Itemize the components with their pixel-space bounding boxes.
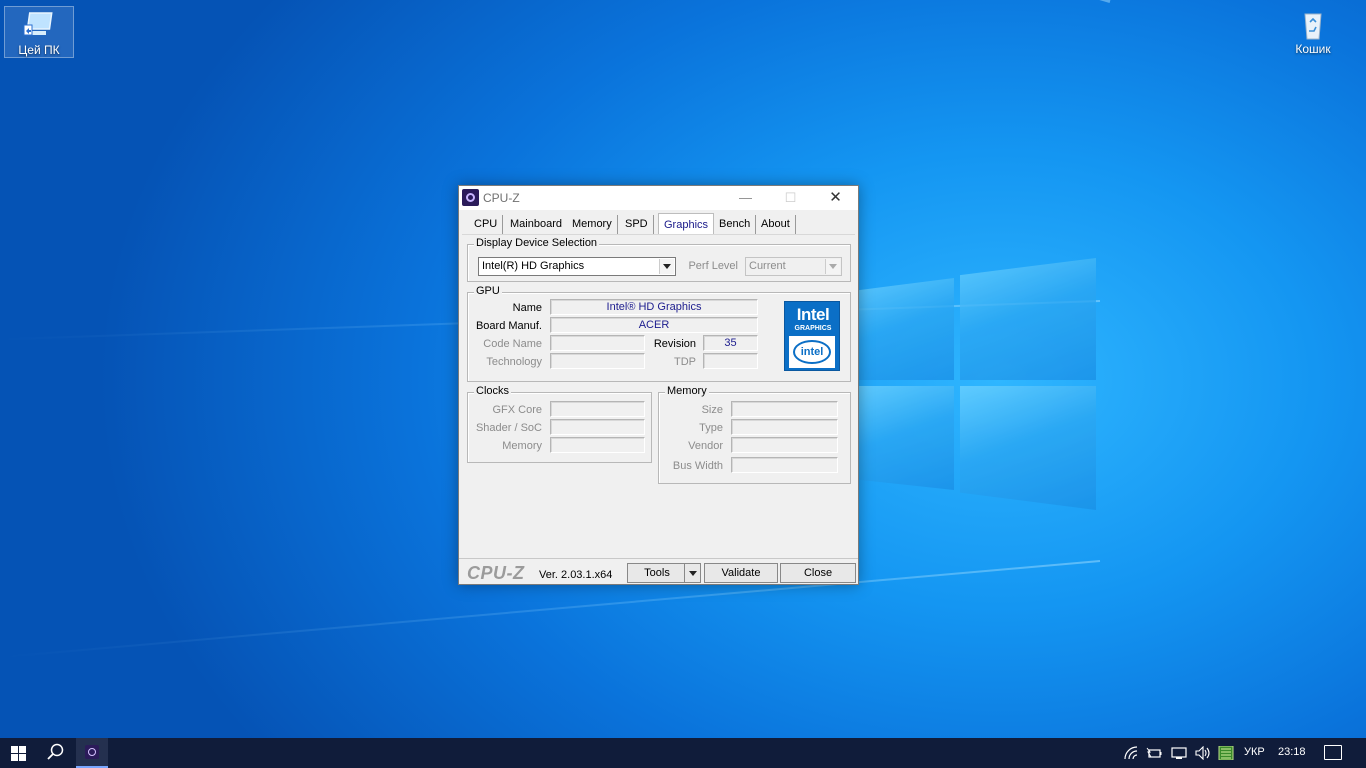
- group-title: Display Device Selection: [474, 237, 600, 249]
- clock-memory-label: Memory: [502, 440, 542, 452]
- title-bar[interactable]: CPU-Z — ☐ ✕: [459, 186, 858, 210]
- cpu-monitor-tray-icon[interactable]: [1218, 746, 1234, 760]
- tdp-label: TDP: [674, 356, 696, 368]
- start-button[interactable]: [0, 738, 36, 768]
- shader-soc-value: [550, 419, 645, 435]
- technology-value: [550, 353, 645, 369]
- intel-graphics-logo: Intel GRAPHICS intel: [784, 301, 840, 371]
- wallpaper-logo-pane: [858, 386, 954, 490]
- cpuz-window: CPU-Z — ☐ ✕ CPU Mainboard Memory SPD Gra…: [458, 185, 859, 585]
- gfx-core-value: [550, 401, 645, 417]
- recycle-bin-icon: [1296, 10, 1330, 40]
- close-button[interactable]: Close: [780, 563, 856, 583]
- cpuz-taskbar-icon: [85, 745, 99, 759]
- tools-button-label: Tools: [644, 567, 670, 579]
- chevron-down-icon: [659, 259, 674, 274]
- tab-about[interactable]: About: [756, 215, 796, 234]
- close-window-button[interactable]: ✕: [813, 186, 858, 210]
- tab-bench[interactable]: Bench: [714, 215, 757, 234]
- perf-level-label: Perf Level: [688, 260, 738, 272]
- tab-graphics[interactable]: Graphics: [658, 213, 715, 235]
- computer-icon: [22, 11, 56, 41]
- footer-bar: CPU-Z Ver. 2.03.1.x64 Tools Validate Clo…: [459, 558, 858, 584]
- tools-dropdown-arrow-icon[interactable]: [684, 564, 700, 582]
- search-icon: [47, 743, 64, 760]
- shader-soc-label: Shader / SoC: [475, 422, 542, 434]
- memory-size-value: [731, 401, 838, 417]
- tdp-value: [703, 353, 758, 369]
- memory-vendor-label: Vendor: [688, 440, 723, 452]
- desktop-icon-recycle-bin[interactable]: Кошик: [1278, 6, 1348, 58]
- taskbar: УКР 23:18: [0, 738, 1366, 768]
- version-text: Ver. 2.03.1.x64: [539, 569, 613, 581]
- technology-label: Technology: [486, 356, 542, 368]
- perf-level-value: Current: [749, 260, 786, 272]
- wallpaper-beam: [215, 0, 1111, 3]
- cpuz-brand-logo: CPU-Z: [467, 563, 525, 583]
- desktop-icon-label: Цей ПК: [18, 43, 60, 57]
- revision-value: 35: [703, 335, 758, 351]
- memory-vendor-value: [731, 437, 838, 453]
- notification-center-icon[interactable]: [1324, 745, 1342, 760]
- taskbar-app-cpuz[interactable]: [76, 738, 108, 768]
- gpu-group: GPU Name Intel® HD Graphics Board Manuf.…: [467, 285, 851, 382]
- group-title: GPU: [474, 285, 502, 297]
- display-device-group: Display Device Selection Intel(R) HD Gra…: [467, 237, 851, 282]
- tab-cpu[interactable]: CPU: [469, 215, 504, 234]
- tools-button[interactable]: Tools: [627, 563, 701, 583]
- tab-spd[interactable]: SPD: [620, 215, 654, 234]
- desktop-icon-label: Кошик: [1295, 42, 1331, 56]
- chevron-down-icon: [825, 259, 840, 274]
- input-language[interactable]: УКР: [1244, 746, 1265, 758]
- code-name-label: Code Name: [483, 338, 542, 350]
- desktop-icon-this-pc[interactable]: Цей ПК: [4, 6, 74, 58]
- revision-label: Revision: [653, 338, 696, 350]
- display-device-select[interactable]: Intel(R) HD Graphics: [478, 257, 676, 276]
- memory-group: Memory Size Type Vendor Bus Width: [658, 385, 851, 484]
- cpuz-app-icon: [462, 189, 479, 206]
- wallpaper-logo-pane: [858, 278, 954, 380]
- display-device-value: Intel(R) HD Graphics: [482, 260, 585, 272]
- clocks-group: Clocks GFX Core Shader / SoC Memory: [467, 385, 652, 463]
- search-button[interactable]: [40, 738, 70, 768]
- window-title: CPU-Z: [483, 191, 520, 205]
- taskbar-clock[interactable]: 23:18: [1278, 746, 1306, 758]
- maximize-button[interactable]: ☐: [768, 186, 813, 210]
- gpu-name-label: Name: [512, 302, 542, 314]
- wallpaper-logo-pane: [960, 258, 1096, 380]
- intel-logo-text: Intel: [796, 305, 830, 324]
- battery-icon[interactable]: [1146, 746, 1162, 760]
- network-icon[interactable]: [1171, 746, 1187, 760]
- bus-width-label: Bus Width: [672, 460, 723, 472]
- intel-oval-logo: intel: [793, 340, 831, 364]
- tab-mainboard[interactable]: Mainboard: [505, 215, 568, 234]
- memory-type-label: Type: [699, 422, 723, 434]
- perf-level-select[interactable]: Current: [745, 257, 842, 276]
- board-manuf-value: ACER: [550, 317, 758, 333]
- group-title: Memory: [665, 385, 709, 397]
- wallpaper-logo-pane: [960, 386, 1096, 510]
- tab-memory[interactable]: Memory: [567, 215, 618, 234]
- volume-icon[interactable]: [1195, 746, 1211, 760]
- code-name-value: [550, 335, 645, 351]
- intel-logo-subtext: GRAPHICS: [794, 325, 832, 332]
- graphics-tab-page: Display Device Selection Intel(R) HD Gra…: [462, 234, 855, 557]
- memory-size-label: Size: [701, 404, 723, 416]
- bus-width-value: [731, 457, 838, 473]
- gfx-core-label: GFX Core: [492, 404, 542, 416]
- memory-type-value: [731, 419, 838, 435]
- validate-button[interactable]: Validate: [704, 563, 778, 583]
- wifi-icon[interactable]: [1124, 746, 1138, 760]
- board-manuf-label: Board Manuf.: [475, 320, 542, 332]
- clock-memory-value: [550, 437, 645, 453]
- group-title: Clocks: [474, 385, 512, 397]
- gpu-name-value: Intel® HD Graphics: [550, 299, 758, 315]
- minimize-button[interactable]: —: [723, 186, 768, 210]
